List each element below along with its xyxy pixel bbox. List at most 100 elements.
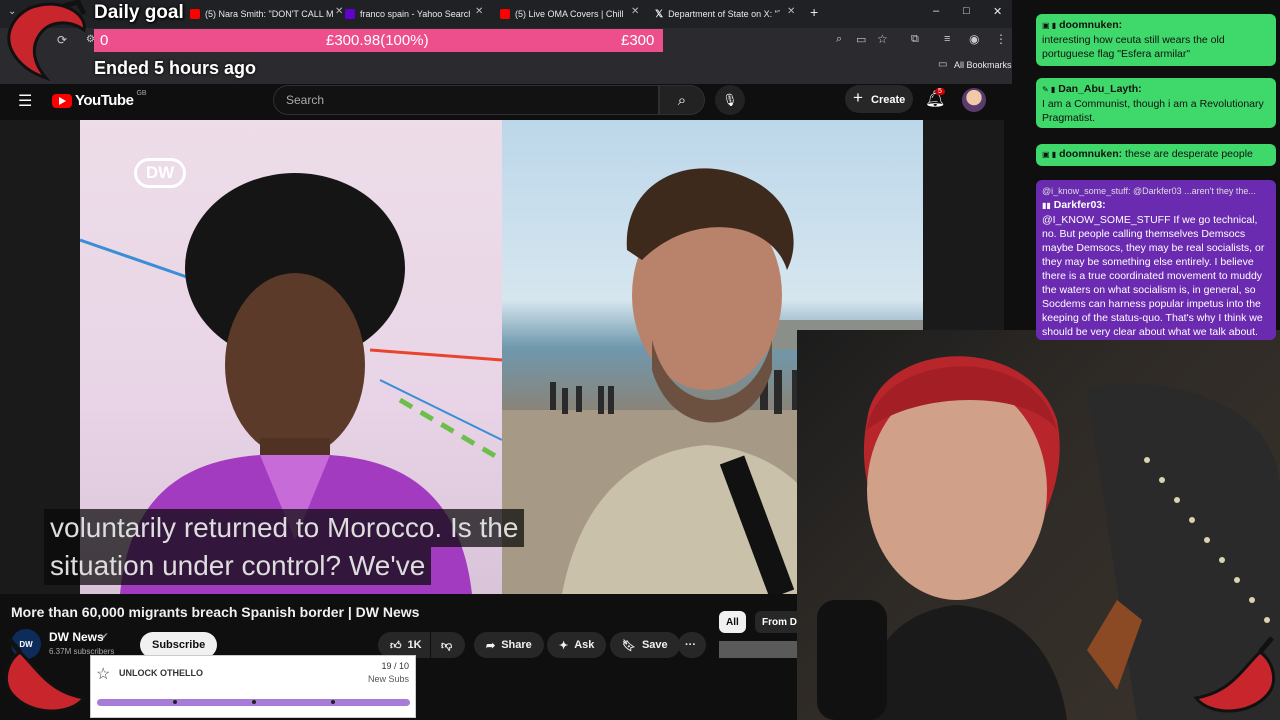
othello-caption: New Subs [367,674,409,684]
sparkle-icon: ✦ [559,639,569,652]
chat-username: doomnuken: [1059,19,1123,31]
voice-search-button[interactable]: 🎙︎ [715,85,745,115]
recommendation-thumbnail[interactable] [719,641,797,658]
browser-tab[interactable]: (5) Nara Smith: "DON'T CALL M [190,4,335,24]
save-button[interactable]: 🔖︎ Save [610,632,680,658]
subtitle-line: voluntarily returned to Morocco. Is the [44,509,525,547]
tab-close-icon[interactable]: ✕ [631,6,639,17]
browser-tab[interactable]: franco spain - Yahoo Search Re [345,4,470,24]
dw-logo-text: DW [145,163,175,182]
x-favicon-icon: 𝕏 [655,8,664,20]
create-plus-icon: + [853,88,863,107]
tab-label: (5) Live OMA Covers | Chill Hip [515,9,625,19]
chili-pepper-decoration-icon [4,636,87,713]
chat-username: Darkfer03: [1053,199,1106,211]
filter-chip-label: All [726,616,739,628]
region-code: GB [136,90,147,97]
search-input[interactable]: Search [273,85,659,115]
ask-button[interactable]: ✦ Ask [547,632,607,658]
chat-badge-icon: ▮▮ [1042,201,1051,210]
folder-icon: ▭ [938,59,948,70]
chat-text: @I_KNOW_SOME_STUFF If we go technical, n… [1042,214,1265,338]
search-icon: ⌕ [677,91,687,109]
more-actions-button[interactable]: ··· [678,632,706,658]
share-icon: ➦ [486,639,496,652]
chat-text: these are desperate people [1125,148,1253,160]
othello-count: 19 / 10 [381,661,409,671]
dislike-button[interactable]: 👎︎ [431,632,465,658]
tab-label: Department of State on X: "The [668,9,780,19]
daily-goal-status: Ended 5 hours ago [94,58,257,78]
daily-goal-title: Daily goal [94,2,184,23]
like-count: 1K [407,639,422,651]
browser-tab[interactable]: (5) Live OMA Covers | Chill Hip [500,4,625,24]
minimize-button[interactable]: – [933,5,939,17]
zoom-icon[interactable]: ⌕ [836,33,842,46]
maximize-button[interactable]: □ [963,5,970,17]
youtube-favicon-icon [190,9,200,19]
tab-close-icon[interactable]: ✕ [335,6,343,17]
microphone-icon: 🎙︎ [722,93,738,107]
chat-username: doomnuken: [1059,148,1123,160]
chat-message: ✎ ▮ Dan_Abu_Layth: I am a Communist, tho… [1036,78,1276,128]
bookmark-icon: 🔖︎ [622,639,636,652]
othello-label: UNLOCK OTHELLO [119,668,203,678]
new-tab-button[interactable]: + [810,4,818,20]
hamburger-menu-icon[interactable]: ☰ [18,91,32,111]
filter-chip-all[interactable]: All [719,611,746,633]
progress-marker [173,700,177,704]
tab-label: franco spain - Yahoo Search Re [360,9,470,19]
dw-logo: DW [134,158,186,188]
progress-marker [331,700,335,704]
chat-message: ▣ ▮ doomnuken: interesting how ceuta sti… [1036,14,1276,66]
share-button[interactable]: ➦ Share [474,632,544,658]
daily-goal-progress-bar: 0 £300.98(100%) £300 [94,29,663,52]
chat-message: @i_know_some_stuff: @Darkfer03 ...aren't… [1036,180,1276,340]
youtube-play-icon [52,93,72,108]
search-button[interactable]: ⌕ [659,85,705,115]
video-title: More than 60,000 migrants breach Spanish… [11,604,420,620]
more-icon: ··· [685,639,696,651]
yahoo-favicon-icon [345,9,355,19]
subscribe-label: Subscribe [152,639,206,651]
goal-start-value: 0 [100,32,109,49]
browser-tab[interactable]: 𝕏 Department of State on X: "The [655,4,780,24]
chili-pepper-decoration-icon [1193,636,1276,713]
chat-message: ▣ ▮ doomnuken: these are desperate peopl… [1036,144,1276,166]
thumbs-up-icon: 👍︎ [390,639,402,652]
othello-unlock-widget: ☆ UNLOCK OTHELLO 19 / 10 New Subs [90,655,416,718]
goal-current-value: £300.98(100%) [326,32,429,49]
user-avatar[interactable] [962,88,986,112]
youtube-logo-text: YouTube [75,92,134,109]
star-icon: ☆ [96,666,111,683]
chat-text: interesting how ceuta still wears the ol… [1042,34,1225,60]
bookmark-star-icon[interactable]: ☆ [877,32,888,46]
chat-badge-icon: ▣ ▮ [1042,21,1057,30]
menu-kebab-icon[interactable]: ⋮ [995,32,1007,46]
save-label: Save [641,639,668,651]
subtitle-line: situation under control? We've [44,547,432,585]
tab-close-icon[interactable]: ✕ [475,6,483,17]
verified-icon: ✔ [101,631,109,641]
chat-badge-icon: ✎ ▮ [1042,85,1056,94]
create-label: Create [871,94,906,106]
progress-marker [252,700,256,704]
chat-username: Dan_Abu_Layth: [1058,83,1142,95]
tab-groups-icon[interactable]: ≡ [944,33,950,45]
extensions-icon[interactable]: ⧉ [911,33,919,46]
tab-close-icon[interactable]: ✕ [787,6,795,17]
cast-icon[interactable]: ▭ [856,33,866,46]
chili-pepper-decoration-icon [7,0,87,82]
filter-chip-from[interactable]: From DW [755,611,797,633]
tab-label: (5) Nara Smith: "DON'T CALL M [205,9,334,19]
profile-icon[interactable]: ◉ [969,32,979,46]
youtube-logo[interactable]: YouTube GB [52,90,147,109]
close-window-button[interactable]: ✕ [993,5,1002,18]
share-label: Share [501,639,532,651]
chat-badge-icon: ▣ ▮ [1042,150,1057,159]
all-bookmarks-link[interactable]: All Bookmarks [954,60,1012,70]
notification-count-badge: 5 [935,88,945,95]
chat-text: I am a Communist, though i am a Revoluti… [1042,98,1264,124]
goal-target-value: £300 [621,32,655,49]
thumbs-down-icon: 👎︎ [441,639,453,652]
